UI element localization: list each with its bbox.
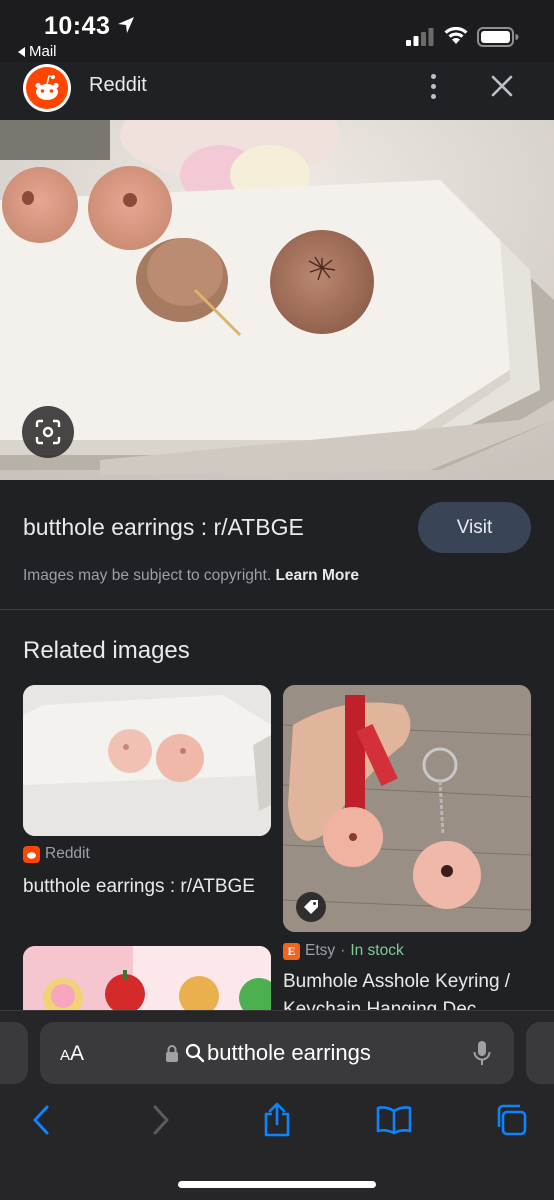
etsy-favicon-icon: E (283, 942, 300, 960)
related-2-caption[interactable]: Bumhole Asshole Keyring / Keychain Hangi… (283, 968, 533, 1012)
location-arrow-icon (118, 17, 134, 33)
wifi-icon (444, 26, 468, 44)
previous-tab-peek[interactable] (0, 1022, 28, 1084)
related-2-source[interactable]: E Etsy · In stock (283, 942, 404, 960)
back-app-label: Mail (29, 43, 57, 60)
back-triangle-icon (18, 46, 25, 57)
book-icon (376, 1106, 412, 1135)
copyright-notice: Images may be subject to copyright. Lear… (23, 567, 359, 585)
address-text[interactable]: butthole earrings (207, 1040, 371, 1066)
tabs-button[interactable] (491, 1100, 531, 1140)
lock-icon (166, 1045, 178, 1062)
related-image-1[interactable] (23, 685, 271, 836)
main-result-image[interactable] (0, 120, 554, 480)
bookmarks-button[interactable] (374, 1100, 414, 1140)
microphone-icon[interactable] (472, 1040, 492, 1068)
status-bar: 10:43 Mail (0, 0, 554, 62)
reddit-logo-icon (23, 64, 71, 112)
status-time: 10:43 (44, 12, 111, 40)
home-indicator[interactable] (178, 1181, 376, 1188)
tabs-icon (497, 1104, 527, 1136)
reddit-favicon-icon (23, 845, 40, 863)
visit-button[interactable]: Visit (418, 502, 531, 553)
chevron-right-icon (153, 1105, 169, 1135)
learn-more-link[interactable]: Learn More (275, 567, 359, 584)
in-stock-label: In stock (350, 942, 404, 959)
close-icon[interactable] (486, 70, 518, 102)
sheet-header: Reddit (0, 62, 554, 120)
related-2-source-label: Etsy (305, 942, 336, 959)
source-separator: · (340, 942, 346, 959)
result-title[interactable]: butthole earrings : r/ATBGE (23, 514, 304, 541)
copyright-text: Images may be subject to copyright. (23, 567, 272, 584)
aa-small: A (60, 1047, 71, 1064)
page-settings-button[interactable]: AA (60, 1042, 84, 1066)
site-name[interactable]: Reddit (89, 74, 147, 97)
divider (0, 609, 554, 610)
share-icon (264, 1102, 290, 1137)
chevron-left-icon (33, 1105, 49, 1135)
cellular-signal-icon (406, 28, 434, 46)
more-options-icon[interactable] (420, 68, 446, 104)
share-button[interactable] (257, 1100, 297, 1140)
related-1-caption[interactable]: butthole earrings : r/ATBGE (23, 873, 263, 901)
forward-button[interactable] (141, 1100, 181, 1140)
related-images-heading: Related images (23, 637, 190, 664)
back-button[interactable] (21, 1100, 61, 1140)
battery-icon (477, 27, 519, 47)
google-lens-button[interactable] (22, 406, 74, 458)
next-tab-peek[interactable] (526, 1022, 554, 1084)
product-tag-icon (296, 892, 326, 922)
related-1-source[interactable]: Reddit (23, 845, 90, 863)
back-to-mail-button[interactable]: Mail (18, 43, 57, 60)
related-1-source-label: Reddit (45, 845, 90, 862)
aa-big: A (70, 1042, 85, 1065)
lens-scan-icon (35, 419, 61, 445)
search-icon (185, 1043, 205, 1063)
